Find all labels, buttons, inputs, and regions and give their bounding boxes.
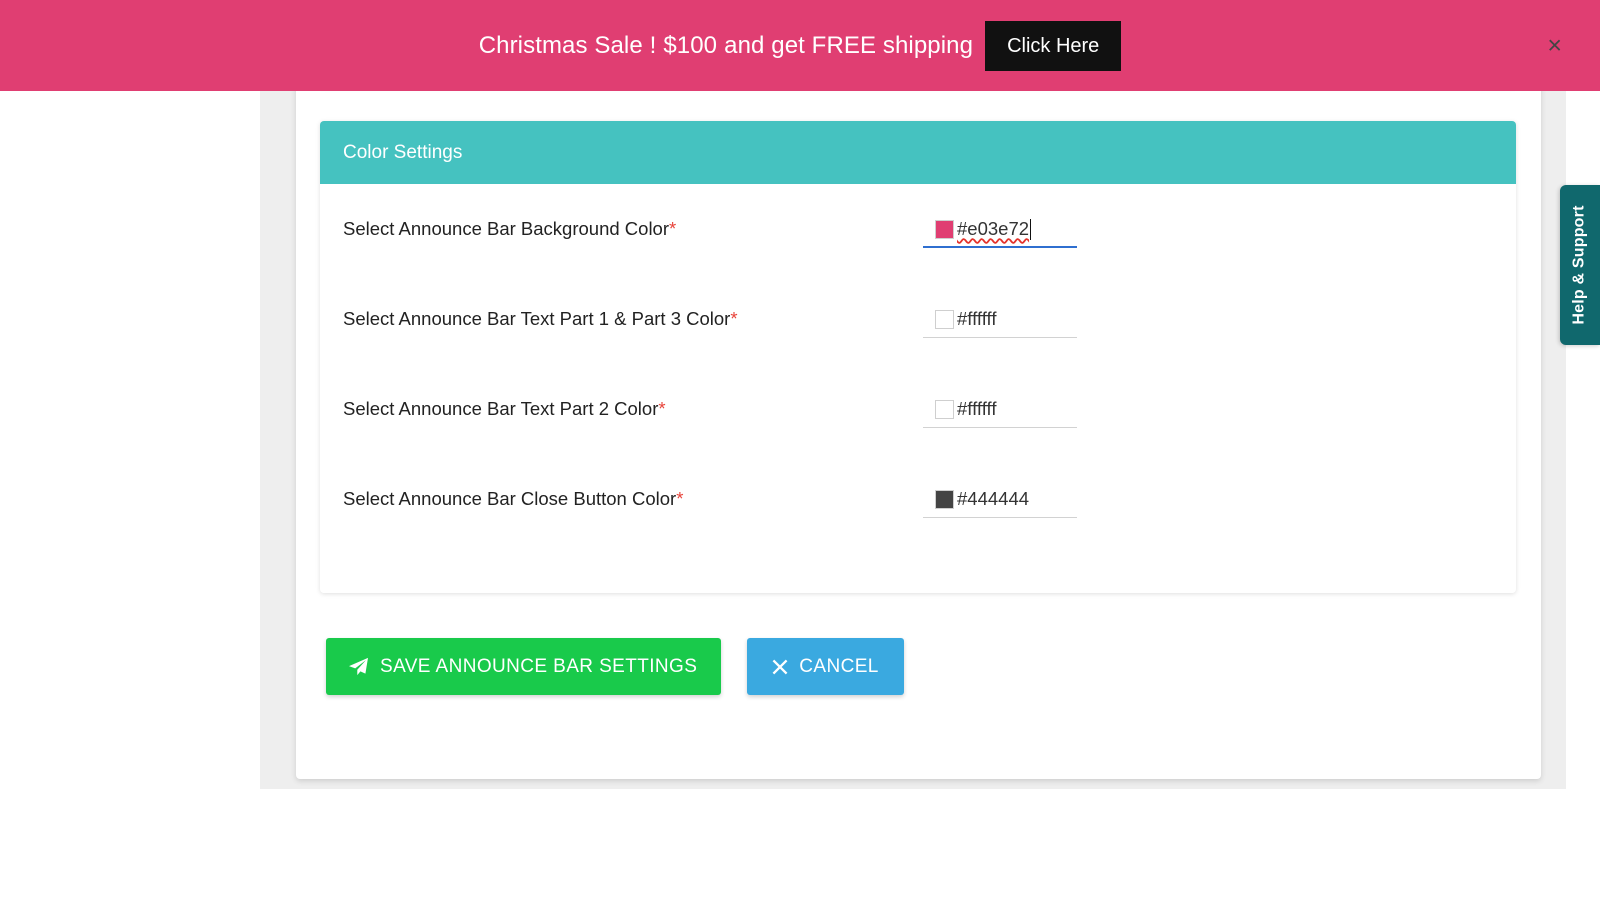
required-asterisk: * bbox=[669, 218, 676, 239]
cancel-button-label: CANCEL bbox=[799, 657, 878, 676]
color-input-text-part2[interactable]: #ffffff bbox=[923, 392, 1077, 428]
color-value-background[interactable]: #e03e72 bbox=[957, 220, 1029, 239]
announcement-content: Christmas Sale !$100 and get FREE shippin… bbox=[479, 21, 1122, 71]
help-and-support-tab[interactable]: Help & Support bbox=[1560, 185, 1600, 345]
label-close-button-color: Select Announce Bar Close Button Color* bbox=[343, 476, 923, 510]
required-asterisk: * bbox=[676, 488, 683, 509]
color-value-text-part1-part3[interactable]: #ffffff bbox=[957, 310, 996, 329]
form-row-close-button-color: Select Announce Bar Close Button Color* … bbox=[320, 476, 1516, 566]
form-actions: SAVE ANNOUNCE BAR SETTINGS CANCEL bbox=[326, 638, 904, 695]
color-value-close-button[interactable]: #444444 bbox=[957, 490, 1029, 509]
label-text-part2-color: Select Announce Bar Text Part 2 Color* bbox=[343, 386, 923, 420]
label-text: Select Announce Bar Text Part 2 Color bbox=[343, 398, 658, 419]
click-here-button[interactable]: Click Here bbox=[985, 21, 1121, 71]
page-container: Color Settings Select Announce Bar Backg… bbox=[260, 0, 1566, 789]
paper-plane-icon bbox=[348, 657, 369, 676]
page-root: Color Settings Select Announce Bar Backg… bbox=[0, 0, 1600, 900]
field-close-button-color: #444444 bbox=[923, 476, 1077, 518]
color-settings-header: Color Settings bbox=[320, 121, 1516, 184]
color-swatch-text-part2[interactable] bbox=[935, 400, 954, 419]
color-swatch-text-part1-part3[interactable] bbox=[935, 310, 954, 329]
label-text: Select Announce Bar Text Part 1 & Part 3… bbox=[343, 308, 730, 329]
color-settings-panel: Color Settings Select Announce Bar Backg… bbox=[320, 121, 1516, 593]
close-icon[interactable]: × bbox=[1547, 33, 1562, 58]
color-value-text-part2[interactable]: #ffffff bbox=[957, 400, 996, 419]
cancel-button[interactable]: CANCEL bbox=[747, 638, 903, 695]
label-text-part1-part3-color: Select Announce Bar Text Part 1 & Part 3… bbox=[343, 296, 923, 330]
required-asterisk: * bbox=[658, 398, 665, 419]
announcement-text-part1: Christmas Sale ! bbox=[479, 32, 657, 59]
panel-title: Color Settings bbox=[343, 143, 462, 162]
times-icon bbox=[772, 659, 788, 675]
required-asterisk: * bbox=[730, 308, 737, 329]
color-settings-body: Select Announce Bar Background Color* #e… bbox=[320, 184, 1516, 593]
form-row-text-part1-part3-color: Select Announce Bar Text Part 1 & Part 3… bbox=[320, 296, 1516, 386]
announcement-text-part3: and get FREE shipping bbox=[724, 32, 973, 59]
announcement-message: Christmas Sale !$100 and get FREE shippin… bbox=[479, 34, 973, 58]
save-announce-bar-settings-button[interactable]: SAVE ANNOUNCE BAR SETTINGS bbox=[326, 638, 721, 695]
save-button-label: SAVE ANNOUNCE BAR SETTINGS bbox=[380, 657, 697, 676]
color-input-close-button[interactable]: #444444 bbox=[923, 482, 1077, 518]
field-text-part1-part3-color: #ffffff bbox=[923, 296, 1077, 338]
color-input-text-part1-part3[interactable]: #ffffff bbox=[923, 302, 1077, 338]
color-swatch-close-button[interactable] bbox=[935, 490, 954, 509]
label-background-color: Select Announce Bar Background Color* bbox=[343, 206, 923, 240]
field-text-part2-color: #ffffff bbox=[923, 386, 1077, 428]
label-text: Select Announce Bar Close Button Color bbox=[343, 488, 676, 509]
text-caret bbox=[1030, 219, 1031, 240]
form-row-text-part2-color: Select Announce Bar Text Part 2 Color* #… bbox=[320, 386, 1516, 476]
field-background-color: #e03e72 bbox=[923, 206, 1077, 248]
label-text: Select Announce Bar Background Color bbox=[343, 218, 669, 239]
announcement-bar: Christmas Sale !$100 and get FREE shippin… bbox=[0, 0, 1600, 91]
color-swatch-background[interactable] bbox=[935, 220, 954, 239]
color-input-background[interactable]: #e03e72 bbox=[923, 212, 1077, 248]
form-row-background-color: Select Announce Bar Background Color* #e… bbox=[320, 206, 1516, 296]
announcement-text-part2: $100 bbox=[663, 32, 717, 59]
help-and-support-label: Help & Support bbox=[1571, 205, 1589, 324]
settings-card: Color Settings Select Announce Bar Backg… bbox=[296, 0, 1541, 779]
